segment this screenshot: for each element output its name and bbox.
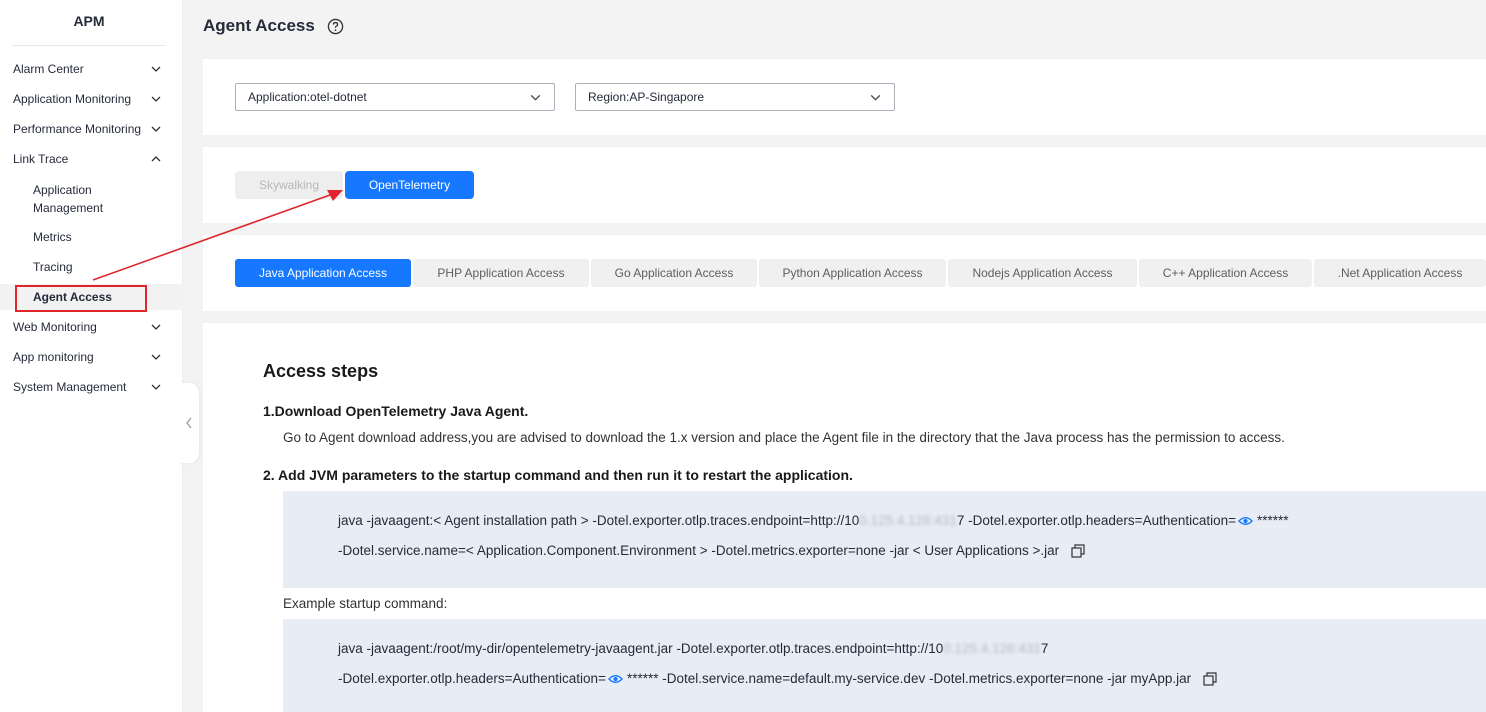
- example-label: Example startup command:: [283, 596, 448, 611]
- application-select[interactable]: Application:otel-dotnet: [235, 83, 555, 111]
- tab-cpp-application-access[interactable]: C++ Application Access: [1139, 259, 1312, 287]
- tab-python-application-access[interactable]: Python Application Access: [759, 259, 946, 287]
- jvm-parameters-code-block: java -javaagent:< Agent installation pat…: [283, 491, 1486, 588]
- chevron-down-icon: [151, 96, 161, 102]
- page-title-row: Agent Access: [203, 16, 344, 36]
- tab-java-application-access[interactable]: Java Application Access: [235, 259, 411, 287]
- application-select-value: Application:otel-dotnet: [248, 90, 367, 104]
- code-text: java -javaagent:< Agent installation pat…: [338, 513, 860, 528]
- step1-description: Go to Agent download address,you are adv…: [283, 430, 1285, 445]
- code-line: -Dotel.service.name=< Application.Compon…: [338, 543, 1085, 558]
- code-text: -Dotel.exporter.otlp.headers=Authenticat…: [338, 671, 606, 686]
- protocol-card: Skywalking OpenTelemetry: [203, 147, 1486, 223]
- tab-php-application-access[interactable]: PHP Application Access: [413, 259, 589, 287]
- page-title: Agent Access: [203, 16, 315, 35]
- region-select-value: Region:AP-Singapore: [588, 90, 705, 104]
- eye-icon[interactable]: [607, 673, 623, 685]
- chevron-down-icon: [870, 94, 881, 101]
- sidebar-item-label: Application Management: [33, 183, 104, 215]
- sidebar-item-label: System Management: [13, 380, 127, 394]
- chevron-down-icon: [530, 94, 541, 101]
- code-text: -Dotel.service.name=default.my-service.d…: [658, 671, 1192, 686]
- code-text: 7: [1040, 641, 1049, 656]
- annotation-highlight-box: [15, 285, 147, 312]
- step2-title: 2. Add JVM parameters to the startup com…: [263, 467, 853, 483]
- auth-token-masked: ******: [1257, 513, 1289, 528]
- sidebar-item-label: Tracing: [33, 260, 73, 274]
- chevron-down-icon: [151, 66, 161, 72]
- sidebar-collapse-button[interactable]: [179, 383, 199, 463]
- help-icon[interactable]: [327, 18, 344, 35]
- sidebar-item-label: App monitoring: [13, 350, 94, 364]
- collapse-left-icon: [186, 417, 192, 429]
- sidebar-item-metrics[interactable]: Metrics: [0, 222, 183, 252]
- sidebar-item-label: Metrics: [33, 230, 72, 244]
- chevron-down-icon: [151, 354, 161, 360]
- endpoint-masked: 0.125.4.126:431: [859, 513, 957, 528]
- code-line: -Dotel.exporter.otlp.headers=Authenticat…: [338, 671, 1217, 686]
- code-line: java -javaagent:/root/my-dir/opentelemet…: [338, 641, 1048, 656]
- auth-token-masked: ******: [626, 671, 659, 686]
- filter-card: Application:otel-dotnet Region:AP-Singap…: [203, 59, 1486, 135]
- opentelemetry-button[interactable]: OpenTelemetry: [345, 171, 474, 199]
- code-text: java -javaagent:/root/my-dir/opentelemet…: [338, 641, 944, 656]
- sidebar: APM Alarm Center Application Monitoring …: [0, 0, 183, 712]
- eye-icon[interactable]: [1238, 515, 1254, 527]
- sidebar-item-label: Application Monitoring: [13, 92, 132, 106]
- chevron-down-icon: [151, 126, 161, 132]
- tab-dotnet-application-access[interactable]: .Net Application Access: [1314, 259, 1486, 287]
- sidebar-item-system-management[interactable]: System Management: [0, 372, 183, 402]
- access-steps-card: Access steps 1.Download OpenTelemetry Ja…: [203, 323, 1486, 712]
- sidebar-item-label: Web Monitoring: [13, 320, 97, 334]
- example-command-code-block: java -javaagent:/root/my-dir/opentelemet…: [283, 619, 1486, 712]
- chevron-down-icon: [151, 384, 161, 390]
- code-text: -Dotel.service.name=< Application.Compon…: [338, 543, 1060, 558]
- sidebar-item-application-management[interactable]: Application Management: [0, 179, 150, 219]
- chevron-up-icon: [151, 156, 161, 162]
- tab-go-application-access[interactable]: Go Application Access: [591, 259, 757, 287]
- sidebar-item-tracing[interactable]: Tracing: [0, 252, 183, 282]
- chevron-down-icon: [151, 324, 161, 330]
- sidebar-item-web-monitoring[interactable]: Web Monitoring: [0, 312, 183, 342]
- sidebar-item-link-trace[interactable]: Link Trace: [0, 144, 183, 174]
- sidebar-item-label: Alarm Center: [13, 62, 84, 76]
- sidebar-item-label: Performance Monitoring: [13, 122, 142, 136]
- region-select[interactable]: Region:AP-Singapore: [575, 83, 895, 111]
- sidebar-item-app-monitoring[interactable]: App monitoring: [0, 342, 183, 372]
- sidebar-item-performance-monitoring[interactable]: Performance Monitoring: [0, 114, 183, 144]
- copy-icon[interactable]: [1071, 543, 1085, 558]
- step1-title: 1.Download OpenTelemetry Java Agent.: [263, 403, 529, 419]
- code-text: 7 -Dotel.exporter.otlp.headers=Authentic…: [956, 513, 1237, 528]
- sidebar-item-label: Link Trace: [13, 152, 69, 166]
- skywalking-button[interactable]: Skywalking: [235, 171, 343, 199]
- sidebar-item-alarm-center[interactable]: Alarm Center: [0, 54, 183, 84]
- tab-nodejs-application-access[interactable]: Nodejs Application Access: [948, 259, 1137, 287]
- access-steps-heading: Access steps: [263, 361, 379, 381]
- endpoint-masked: 0.125.4.126:431: [943, 641, 1041, 656]
- sidebar-title: APM: [12, 0, 166, 46]
- language-tabs-card: Java Application Access PHP Application …: [203, 235, 1486, 311]
- sidebar-item-application-monitoring[interactable]: Application Monitoring: [0, 84, 183, 114]
- code-line: java -javaagent:< Agent installation pat…: [338, 513, 1289, 528]
- copy-icon[interactable]: [1203, 671, 1217, 686]
